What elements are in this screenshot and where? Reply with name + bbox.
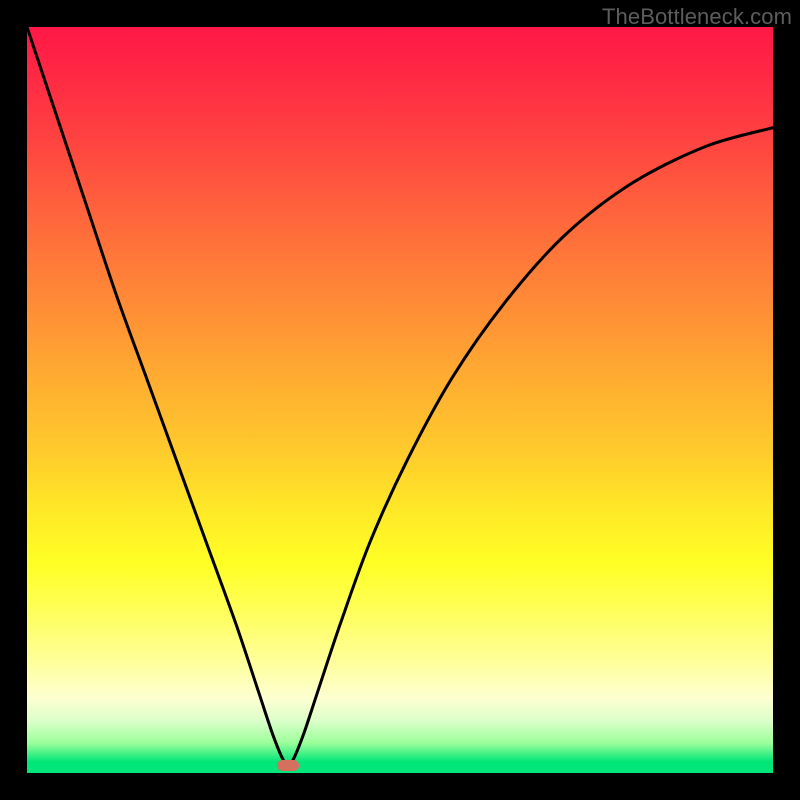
plot-area xyxy=(27,27,773,773)
watermark-text: TheBottleneck.com xyxy=(602,4,792,30)
bottleneck-curve-svg xyxy=(27,27,773,773)
optimal-point-marker xyxy=(277,760,299,771)
chart-frame: TheBottleneck.com xyxy=(0,0,800,800)
bottleneck-curve-path xyxy=(27,27,773,765)
